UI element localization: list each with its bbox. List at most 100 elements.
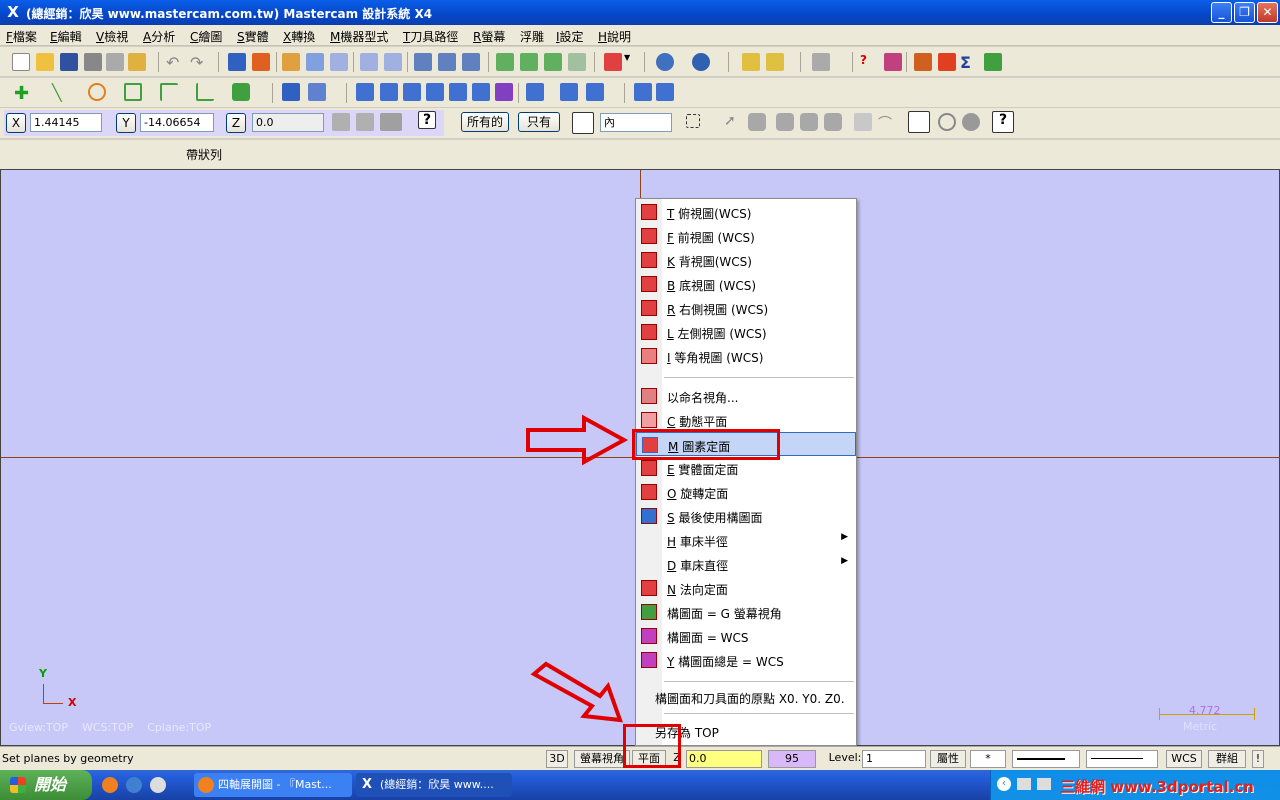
cube-view-icon[interactable] xyxy=(604,53,622,71)
new-file-icon[interactable] xyxy=(12,53,30,71)
filter-3-icon[interactable] xyxy=(800,113,818,131)
help-question-2-icon[interactable]: ? xyxy=(992,111,1014,133)
z-coordinate-label[interactable]: Z xyxy=(226,113,246,133)
zoom-out-icon[interactable] xyxy=(384,53,402,71)
menu-item-cplane-wcs[interactable]: 構圖面 = WCS xyxy=(636,624,856,648)
print-icon[interactable] xyxy=(84,53,102,71)
array-icon[interactable] xyxy=(560,83,578,101)
selection-mode-icon[interactable] xyxy=(572,112,594,134)
task-firefox[interactable]: 四軸展開圖 - 『Mast... xyxy=(194,773,352,797)
groups-button[interactable]: 群組 xyxy=(1208,750,1246,768)
sphere-icon[interactable] xyxy=(692,53,710,71)
menu-item-last-plane[interactable]: S 最後使用構圖面 xyxy=(636,504,856,528)
text-icon[interactable] xyxy=(586,83,604,101)
menu-settings[interactable]: I設定 xyxy=(556,28,584,45)
translucent-icon[interactable] xyxy=(568,53,586,71)
offset-icon[interactable] xyxy=(449,83,467,101)
x-coordinate-field[interactable]: 1.44145 xyxy=(30,113,102,132)
menu-item-front-view[interactable]: F 前視圖 (WCS) xyxy=(636,224,856,248)
zoom-window-icon[interactable] xyxy=(282,53,300,71)
only-button[interactable]: 只有 xyxy=(518,112,560,132)
paste-icon[interactable] xyxy=(128,53,146,71)
menu-analyze[interactable]: A分析 xyxy=(143,28,175,45)
zoom-target-icon[interactable] xyxy=(306,53,324,71)
point-style-select[interactable]: * xyxy=(970,750,1006,768)
fillet-icon[interactable] xyxy=(124,83,142,101)
attributes-button[interactable]: 屬性 xyxy=(930,750,966,768)
chevron-down-icon[interactable]: ▼ xyxy=(624,53,634,71)
pencil-3-icon[interactable] xyxy=(462,53,480,71)
mode-3d-button[interactable]: 3D xyxy=(546,750,568,768)
all-button[interactable]: 所有的 xyxy=(461,112,509,132)
menu-item-rotate-plane[interactable]: O 旋轉定面 xyxy=(636,480,856,504)
end-select-icon[interactable] xyxy=(962,113,980,131)
tray-volume-icon[interactable] xyxy=(1037,778,1051,790)
menu-item-origin[interactable]: 構圖面和刀具面的原點 X0. Y0. Z0. xyxy=(624,685,845,709)
rotate-icon[interactable] xyxy=(380,83,398,101)
fast-point-icon[interactable] xyxy=(332,113,350,131)
menu-help[interactable]: H說明 xyxy=(598,28,631,45)
wcs-button[interactable]: WCS xyxy=(1166,750,1202,768)
trim-icon[interactable] xyxy=(282,83,300,101)
close-button[interactable]: ✕ xyxy=(1257,2,1278,23)
measure-icon[interactable] xyxy=(914,53,932,71)
solid-view-icon[interactable] xyxy=(634,83,652,101)
menu-file[interactable]: F檔案 xyxy=(6,28,37,45)
roll-icon[interactable] xyxy=(495,83,513,101)
filter-6-icon[interactable]: ⌒ xyxy=(878,113,896,132)
menu-solids[interactable]: S實體 xyxy=(237,28,269,45)
menu-item-iso-view[interactable]: I 等角視圖 (WCS) xyxy=(636,344,856,368)
tool-icon[interactable] xyxy=(812,53,830,71)
status-extra-button[interactable]: ! xyxy=(1252,750,1264,768)
ruler-2-icon[interactable] xyxy=(766,53,784,71)
menu-toolpaths[interactable]: T刀具路徑 xyxy=(403,28,458,45)
level-field[interactable]: 1 xyxy=(862,750,926,768)
menu-item-lathe-radius[interactable]: H 車床半徑 ▶ xyxy=(636,528,856,552)
zoom-in-icon[interactable] xyxy=(330,53,348,71)
verify-icon[interactable] xyxy=(908,111,930,133)
maximize-button[interactable]: ❐ xyxy=(1234,2,1255,23)
chamfer-icon[interactable] xyxy=(160,83,178,101)
ie-quicklaunch-icon[interactable] xyxy=(126,777,142,793)
globe-icon[interactable] xyxy=(656,53,674,71)
menu-screen[interactable]: R螢幕 xyxy=(473,28,505,45)
solid-view-2-icon[interactable] xyxy=(656,83,674,101)
shaded-icon[interactable] xyxy=(544,53,562,71)
analyze-icon[interactable] xyxy=(884,53,902,71)
ruler-icon[interactable] xyxy=(742,53,760,71)
filter-1-icon[interactable] xyxy=(748,113,766,131)
y-coordinate-label[interactable]: Y xyxy=(116,113,136,133)
break-icon[interactable] xyxy=(308,83,326,101)
menu-machine-type[interactable]: M機器型式 xyxy=(330,28,388,45)
sum-icon[interactable]: Σ xyxy=(960,53,978,72)
gview-button[interactable]: 螢幕視角 xyxy=(574,750,630,768)
scale-icon[interactable] xyxy=(426,83,444,101)
rectangle-icon[interactable] xyxy=(196,83,214,101)
color-icon[interactable] xyxy=(938,53,956,71)
autocursor-settings-icon[interactable] xyxy=(380,113,402,131)
pencil-2-icon[interactable] xyxy=(438,53,456,71)
color-field[interactable]: 95 xyxy=(768,750,816,768)
hidden-line-icon[interactable] xyxy=(520,53,538,71)
tray-network-icon[interactable] xyxy=(1017,778,1031,790)
help-icon[interactable]: ? xyxy=(860,53,878,71)
menu-item-cplane-gview[interactable]: 構圖面 = G 螢幕視角 xyxy=(636,600,856,624)
mirror-icon[interactable] xyxy=(403,83,421,101)
snap-icon[interactable] xyxy=(356,113,374,131)
menu-item-back-view[interactable]: K 背視圖(WCS) xyxy=(636,248,856,272)
filter-2-icon[interactable] xyxy=(776,113,794,131)
task-mastercam[interactable]: X (總經銷：欣昊 www.... xyxy=(356,773,512,797)
filter-4-icon[interactable] xyxy=(824,113,842,131)
menu-item-right-view[interactable]: R 右側視圖 (WCS) xyxy=(636,296,856,320)
menu-item-normal-plane[interactable]: N 法向定面 xyxy=(636,576,856,600)
arc-icon[interactable] xyxy=(88,83,106,101)
window-select-icon[interactable] xyxy=(686,114,700,128)
tray-expand-icon[interactable]: ‹ xyxy=(997,777,1011,791)
minimize-button[interactable]: _ xyxy=(1211,2,1232,23)
y-coordinate-field[interactable]: -14.06654 xyxy=(140,113,214,132)
z-coordinate-field[interactable]: 0.0 xyxy=(252,113,324,132)
menu-xform[interactable]: X轉換 xyxy=(283,28,315,45)
line-width-select[interactable] xyxy=(1086,750,1158,768)
media-quicklaunch-icon[interactable] xyxy=(150,777,166,793)
help-question-icon[interactable]: ? xyxy=(418,111,436,129)
